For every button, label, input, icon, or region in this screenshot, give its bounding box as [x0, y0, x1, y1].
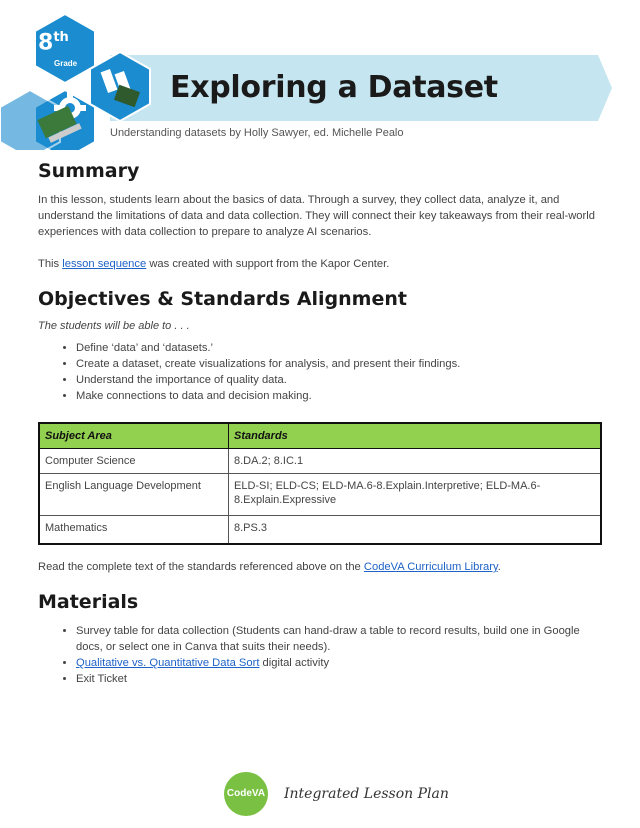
objectives-heading: Objectives & Standards Alignment — [38, 288, 407, 310]
note-suffix: . — [497, 561, 501, 573]
table-cell: 8.PS.3 — [228, 515, 602, 545]
lesson-sequence-link[interactable]: lesson sequence — [62, 258, 146, 270]
standards-table: Subject Area Standards Computer Science … — [38, 422, 602, 545]
list-item: Survey table for data collection (Studen… — [76, 623, 603, 655]
summary-heading: Summary — [38, 160, 140, 182]
table-cell: 8.DA.2; 8.IC.1 — [228, 448, 602, 474]
table-header-row: Subject Area Standards — [38, 422, 602, 449]
table-cell: English Language Development — [38, 473, 229, 516]
credit-suffix: was created with support from the Kapor … — [146, 258, 390, 270]
list-item: Understand the importance of quality dat… — [76, 372, 603, 388]
header-banner — [0, 0, 640, 150]
credit-prefix: This — [38, 258, 63, 270]
list-item: Make connections to data and decision ma… — [76, 388, 603, 404]
grade-badge: 8th — [38, 30, 69, 55]
summary-credit: This lesson sequence was created with su… — [38, 256, 603, 272]
grade-word: Grade — [54, 59, 78, 68]
grade-number: 8 — [38, 30, 54, 56]
data-sort-activity-link[interactable]: Qualitative vs. Quantitative Data Sort — [76, 657, 259, 669]
table-header-cell: Subject Area — [38, 422, 229, 449]
main-content: Summary In this lesson, students learn a… — [38, 160, 603, 687]
codeva-logo: CodeVA — [224, 772, 268, 816]
table-row: English Language Development ELD-SI; ELD… — [38, 473, 602, 516]
standards-note: Read the complete text of the standards … — [38, 559, 603, 575]
list-item: Exit Ticket — [76, 671, 603, 687]
table-cell: Computer Science — [38, 448, 229, 474]
summary-paragraph: In this lesson, students learn about the… — [38, 194, 595, 238]
table-cell: ELD-SI; ELD-CS; ELD-MA.6-8.Explain.Inter… — [228, 473, 602, 516]
footer-label: Integrated Lesson Plan — [284, 786, 449, 802]
page-title: Exploring a Dataset — [170, 70, 498, 105]
table-row: Mathematics 8.PS.3 — [38, 515, 602, 545]
objectives-list: Define ‘data’ and ‘datasets.’ Create a d… — [38, 340, 603, 404]
curriculum-library-link[interactable]: CodeVA Curriculum Library — [364, 561, 498, 573]
list-item: Define ‘data’ and ‘datasets.’ — [76, 340, 603, 356]
list-item: Qualitative vs. Quantitative Data Sort d… — [76, 655, 603, 671]
materials-list: Survey table for data collection (Studen… — [38, 623, 603, 687]
objectives-intro: The students will be able to . . . — [38, 320, 190, 332]
list-item: Create a dataset, create visualizations … — [76, 356, 603, 372]
grade-suffix: th — [53, 30, 69, 45]
table-row: Computer Science 8.DA.2; 8.IC.1 — [38, 448, 602, 474]
materials-heading: Materials — [38, 591, 139, 613]
table-header-cell: Standards — [228, 422, 602, 449]
page-subtitle: Understanding datasets by Holly Sawyer, … — [110, 127, 404, 139]
footer: CodeVA Integrated Lesson Plan — [0, 770, 640, 820]
item-suffix: digital activity — [259, 657, 330, 669]
note-prefix: Read the complete text of the standards … — [38, 561, 364, 573]
table-cell: Mathematics — [38, 515, 229, 545]
